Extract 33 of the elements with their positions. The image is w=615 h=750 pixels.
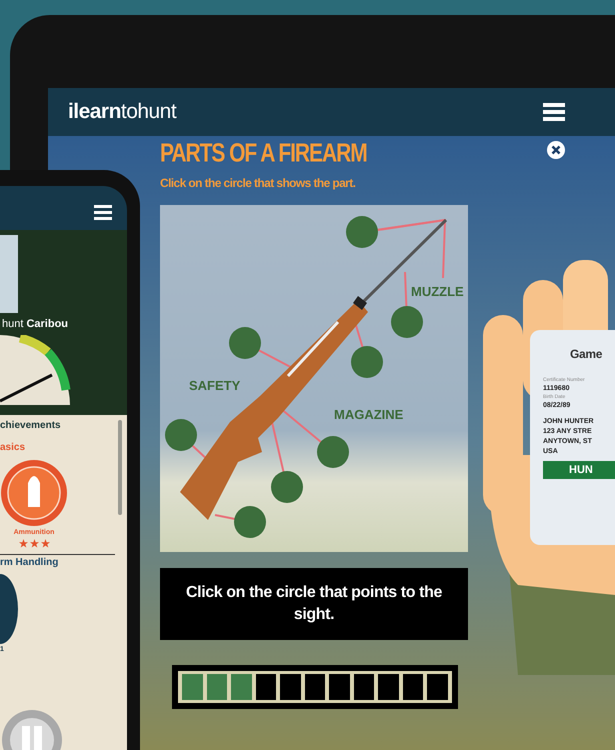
hotspot-circle[interactable] xyxy=(271,471,303,503)
hotspot-circle[interactable] xyxy=(165,419,197,451)
question-text: Click on the circle that points to the sight. xyxy=(185,583,443,625)
achievements-heading: chievements xyxy=(0,419,61,433)
activity-title: PARTS OF A FIREARM xyxy=(160,140,367,166)
star-icon xyxy=(40,538,50,548)
part-label: SAFETY xyxy=(189,378,240,393)
hotspot-circle[interactable] xyxy=(234,506,266,538)
part-label: MUZZLE xyxy=(411,284,464,299)
hotspot-circle[interactable] xyxy=(317,436,349,468)
seal-badge-icon[interactable] xyxy=(0,574,18,644)
rifle-bolt xyxy=(286,320,340,378)
menu-icon[interactable] xyxy=(94,205,112,220)
hunt-title: hunt Caribou xyxy=(2,317,68,332)
hotspot-circle[interactable] xyxy=(391,306,423,338)
close-icon[interactable] xyxy=(547,141,565,159)
star-icon xyxy=(18,538,28,548)
section-heading: asics xyxy=(0,441,26,455)
menu-icon[interactable] xyxy=(543,103,565,121)
license-banner: HUN xyxy=(543,461,615,479)
barrel-band xyxy=(353,296,367,310)
app-logo[interactable]: ilearntohunt xyxy=(68,96,176,128)
part-label: MAGAZINE xyxy=(334,407,404,422)
activity-instructions: Click on the circle that shows the part. xyxy=(160,175,356,192)
scrollbar-thumb[interactable] xyxy=(118,420,122,515)
bullet-badge-icon[interactable] xyxy=(0,459,68,527)
hotspot-circle[interactable] xyxy=(229,327,261,359)
hotspot-circle[interactable] xyxy=(351,346,383,378)
hotspot-circle[interactable] xyxy=(346,216,378,248)
badge-icon xyxy=(0,708,64,750)
star-icon xyxy=(30,538,38,548)
card-title: Game xyxy=(570,346,604,363)
section-heading: rm Handling xyxy=(0,554,115,570)
